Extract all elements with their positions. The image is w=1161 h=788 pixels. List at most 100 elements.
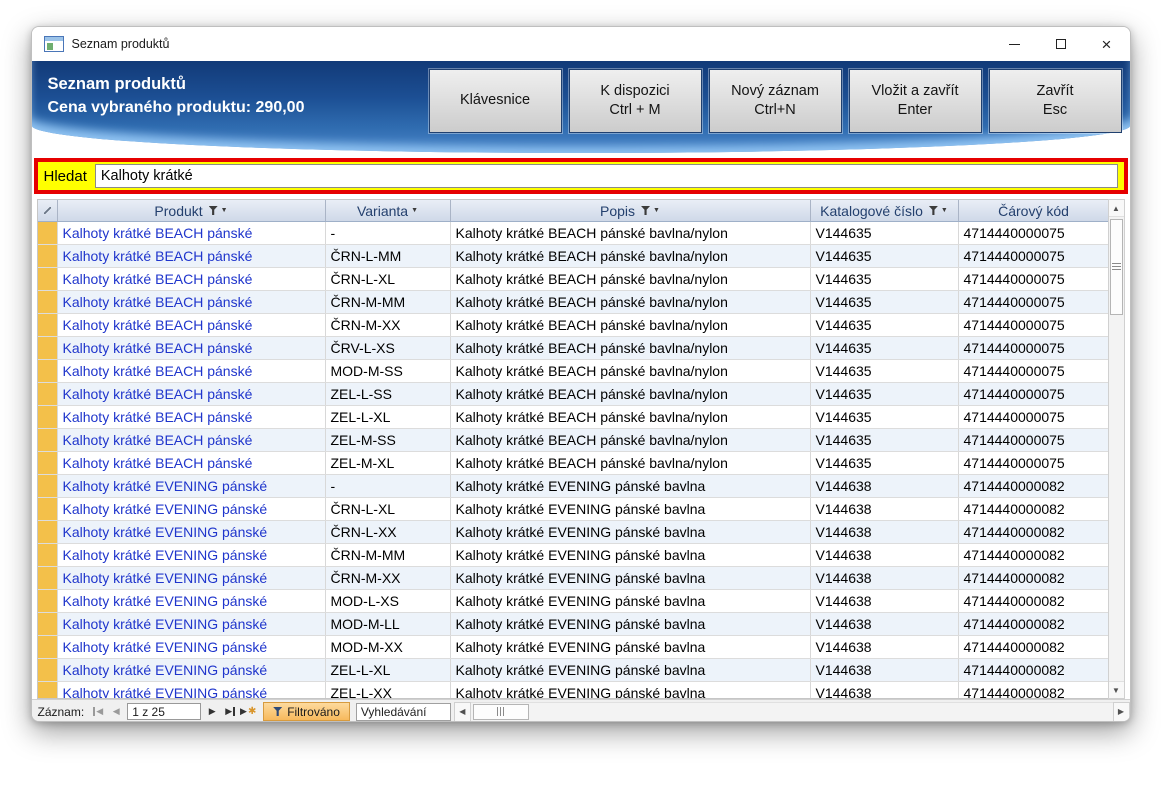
row-selector[interactable] — [38, 452, 58, 474]
row-selector[interactable] — [38, 383, 58, 405]
row-selector[interactable] — [38, 682, 58, 698]
cell-varianta[interactable]: ZEL-L-XL — [326, 659, 451, 681]
cell-popis[interactable]: Kalhoty krátké BEACH pánské bavlna/nylon — [451, 291, 811, 313]
cell-katalogove-cislo[interactable]: V144635 — [811, 452, 959, 474]
cell-varianta[interactable]: ZEL-L-XL — [326, 406, 451, 428]
cell-carovy-kod[interactable]: 4714440000075 — [959, 291, 1108, 313]
cell-varianta[interactable]: ZEL-L-SS — [326, 383, 451, 405]
cell-katalogove-cislo[interactable]: V144635 — [811, 291, 959, 313]
vertical-scroll-thumb[interactable] — [1110, 219, 1123, 315]
cell-carovy-kod[interactable]: 4714440000082 — [959, 544, 1108, 566]
column-header-ean[interactable]: Čárový kód — [959, 200, 1108, 221]
cell-varianta[interactable]: ČRN-L-XL — [326, 498, 451, 520]
cell-varianta[interactable]: MOD-M-XX — [326, 636, 451, 658]
record-number[interactable]: 1 z 25 — [127, 703, 201, 720]
cell-katalogove-cislo[interactable]: V144635 — [811, 337, 959, 359]
cell-popis[interactable]: Kalhoty krátké BEACH pánské bavlna/nylon — [451, 337, 811, 359]
cell-popis[interactable]: Kalhoty krátké EVENING pánské bavlna — [451, 682, 811, 698]
close-button[interactable]: × — [1084, 27, 1130, 61]
row-selector[interactable] — [38, 406, 58, 428]
cell-popis[interactable]: Kalhoty krátké EVENING pánské bavlna — [451, 567, 811, 589]
cell-popis[interactable]: Kalhoty krátké BEACH pánské bavlna/nylon — [451, 429, 811, 451]
row-selector[interactable] — [38, 613, 58, 635]
cell-produkt[interactable]: Kalhoty krátké EVENING pánské — [58, 567, 326, 589]
cell-produkt[interactable]: Kalhoty krátké EVENING pánské — [58, 544, 326, 566]
cell-carovy-kod[interactable]: 4714440000075 — [959, 245, 1108, 267]
row-selector[interactable] — [38, 429, 58, 451]
search-input[interactable] — [95, 164, 1118, 188]
maximize-button[interactable] — [1038, 27, 1084, 61]
new-blank-record-button[interactable]: ▶✱ — [239, 703, 257, 721]
cell-produkt[interactable]: Kalhoty krátké BEACH pánské — [58, 452, 326, 474]
cell-carovy-kod[interactable]: 4714440000082 — [959, 659, 1108, 681]
cell-carovy-kod[interactable]: 4714440000075 — [959, 452, 1108, 474]
cell-carovy-kod[interactable]: 4714440000082 — [959, 682, 1108, 698]
cell-katalogove-cislo[interactable]: V144635 — [811, 383, 959, 405]
row-selector[interactable] — [38, 590, 58, 612]
cell-popis[interactable]: Kalhoty krátké EVENING pánské bavlna — [451, 498, 811, 520]
cell-produkt[interactable]: Kalhoty krátké EVENING pánské — [58, 590, 326, 612]
cell-carovy-kod[interactable]: 4714440000075 — [959, 383, 1108, 405]
cell-popis[interactable]: Kalhoty krátké EVENING pánské bavlna — [451, 475, 811, 497]
cell-varianta[interactable]: ČRN-M-MM — [326, 291, 451, 313]
cell-varianta[interactable]: MOD-M-SS — [326, 360, 451, 382]
filter-arrow-icon[interactable]: ▼ — [653, 207, 660, 214]
scroll-down-icon[interactable]: ▼ — [1109, 681, 1124, 698]
cell-popis[interactable]: Kalhoty krátké BEACH pánské bavlna/nylon — [451, 268, 811, 290]
cell-carovy-kod[interactable]: 4714440000082 — [959, 567, 1108, 589]
previous-record-button[interactable]: ◀ — [107, 703, 125, 721]
row-selector[interactable] — [38, 291, 58, 313]
filter-funnel-icon[interactable] — [209, 206, 218, 215]
column-header-popis[interactable]: Popis▼ — [451, 200, 811, 221]
cell-carovy-kod[interactable]: 4714440000082 — [959, 636, 1108, 658]
cell-carovy-kod[interactable]: 4714440000082 — [959, 498, 1108, 520]
cell-varianta[interactable]: MOD-M-LL — [326, 613, 451, 635]
row-selector[interactable] — [38, 360, 58, 382]
cell-carovy-kod[interactable]: 4714440000075 — [959, 406, 1108, 428]
close-form-button[interactable]: ZavřítEsc — [989, 69, 1122, 133]
row-selector[interactable] — [38, 314, 58, 336]
cell-carovy-kod[interactable]: 4714440000075 — [959, 268, 1108, 290]
cell-katalogove-cislo[interactable]: V144635 — [811, 314, 959, 336]
horizontal-scrollbar[interactable]: ◀ ▶ — [454, 702, 1130, 722]
cell-popis[interactable]: Kalhoty krátké BEACH pánské bavlna/nylon — [451, 314, 811, 336]
cell-produkt[interactable]: Kalhoty krátké BEACH pánské — [58, 291, 326, 313]
cell-katalogove-cislo[interactable]: V144635 — [811, 222, 959, 244]
cell-produkt[interactable]: Kalhoty krátké BEACH pánské — [58, 383, 326, 405]
horizontal-scroll-track[interactable] — [471, 702, 1113, 722]
cell-popis[interactable]: Kalhoty krátké EVENING pánské bavlna — [451, 636, 811, 658]
horizontal-scroll-thumb[interactable] — [473, 704, 529, 720]
cell-produkt[interactable]: Kalhoty krátké BEACH pánské — [58, 360, 326, 382]
cell-katalogove-cislo[interactable]: V144638 — [811, 498, 959, 520]
cell-varianta[interactable]: ČRN-L-MM — [326, 245, 451, 267]
cell-katalogove-cislo[interactable]: V144638 — [811, 590, 959, 612]
cell-katalogove-cislo[interactable]: V144638 — [811, 613, 959, 635]
cell-katalogove-cislo[interactable]: V144638 — [811, 544, 959, 566]
cell-katalogove-cislo[interactable]: V144638 — [811, 475, 959, 497]
cell-katalogove-cislo[interactable]: V144635 — [811, 406, 959, 428]
cell-produkt[interactable]: Kalhoty krátké BEACH pánské — [58, 314, 326, 336]
vertical-scrollbar[interactable]: ▲ ▼ — [1108, 199, 1125, 699]
cell-carovy-kod[interactable]: 4714440000082 — [959, 475, 1108, 497]
cell-popis[interactable]: Kalhoty krátké EVENING pánské bavlna — [451, 544, 811, 566]
row-selector[interactable] — [38, 475, 58, 497]
cell-katalogove-cislo[interactable]: V144635 — [811, 360, 959, 382]
row-selector[interactable] — [38, 544, 58, 566]
cell-produkt[interactable]: Kalhoty krátké BEACH pánské — [58, 245, 326, 267]
cell-produkt[interactable]: Kalhoty krátké EVENING pánské — [58, 659, 326, 681]
cell-varianta[interactable]: ČRV-L-XS — [326, 337, 451, 359]
cell-popis[interactable]: Kalhoty krátké EVENING pánské bavlna — [451, 521, 811, 543]
minimize-button[interactable] — [992, 27, 1038, 61]
row-selector[interactable] — [38, 636, 58, 658]
cell-katalogove-cislo[interactable]: V144638 — [811, 521, 959, 543]
column-header-produkt[interactable]: Produkt▼ — [58, 200, 326, 221]
new-record-button[interactable]: Nový záznamCtrl+N — [709, 69, 842, 133]
next-record-button[interactable]: ▶ — [203, 703, 221, 721]
cell-produkt[interactable]: Kalhoty krátké EVENING pánské — [58, 636, 326, 658]
row-selector[interactable] — [38, 498, 58, 520]
cell-varianta[interactable]: ČRN-L-XL — [326, 268, 451, 290]
cell-carovy-kod[interactable]: 4714440000082 — [959, 521, 1108, 543]
row-selector[interactable] — [38, 659, 58, 681]
cell-carovy-kod[interactable]: 4714440000075 — [959, 360, 1108, 382]
cell-katalogove-cislo[interactable]: V144638 — [811, 636, 959, 658]
